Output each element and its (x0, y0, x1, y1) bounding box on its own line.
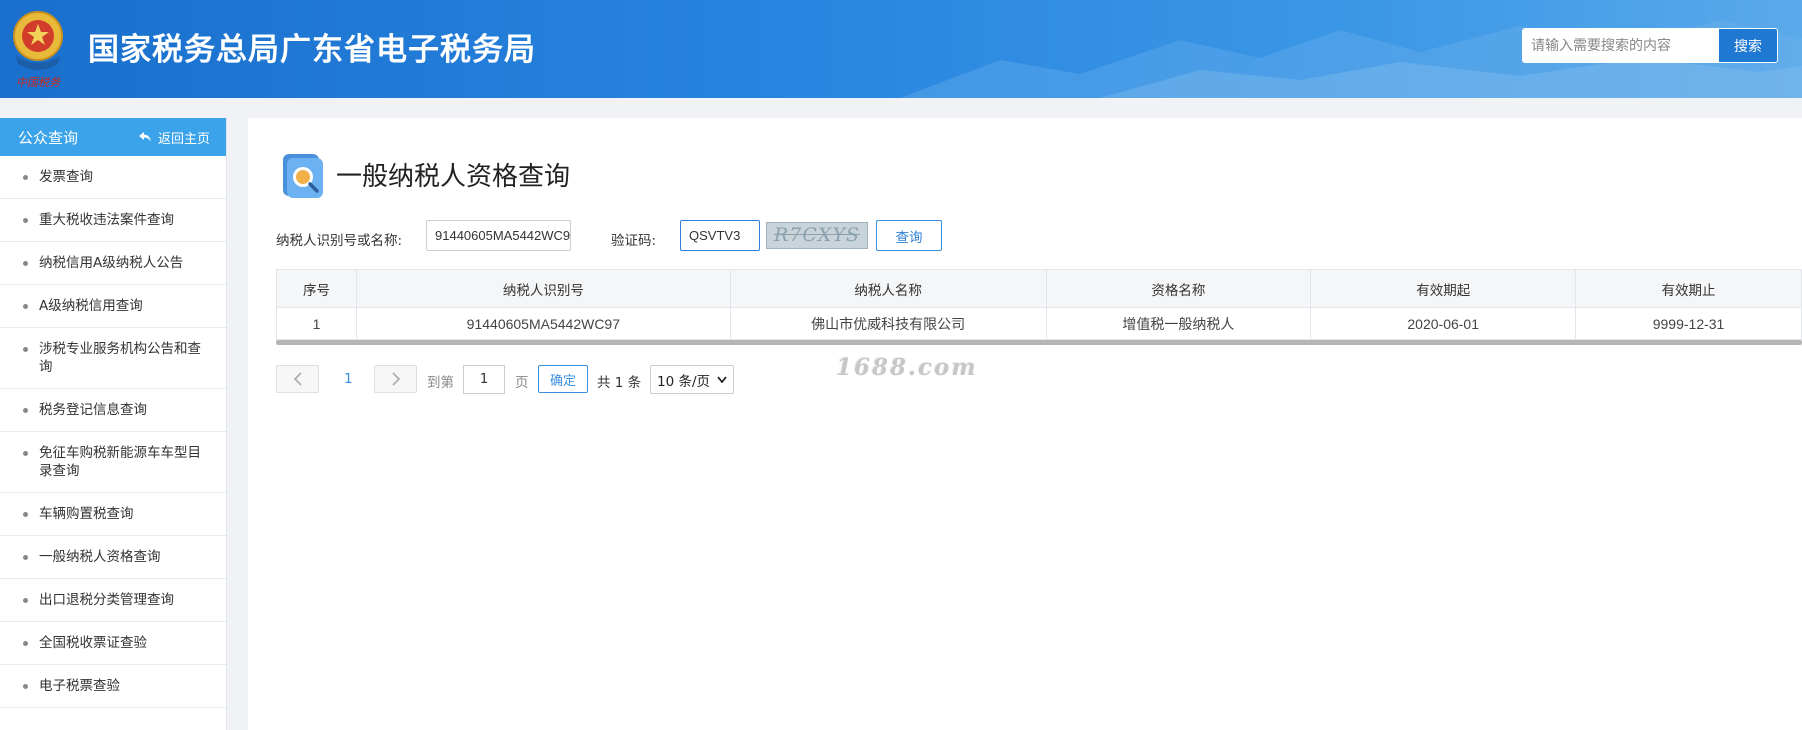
table-header-row: 序号 纳税人识别号 纳税人名称 资格名称 有效期起 有效期止 (276, 269, 1802, 308)
back-home-label: 返回主页 (157, 131, 210, 147)
table-cell: 91440605MA5442WC97 (355, 307, 731, 340)
page-size-select[interactable]: 10 条/页 (650, 365, 734, 394)
table-horizontal-scrollbar[interactable] (276, 340, 1802, 345)
page-size-value: 10 条/页 (657, 373, 711, 390)
svg-text:中国税务: 中国税务 (16, 76, 61, 89)
sidebar: 公众查询 返回主页 发票查询 重大税收违法案件查询 纳税信用A级纳税人公告 A级… (0, 118, 227, 730)
query-button[interactable]: 查询 (876, 220, 942, 251)
chevron-left-icon (293, 372, 302, 386)
sidebar-item-a-credit-notice[interactable]: 纳税信用A级纳税人公告 (0, 242, 226, 285)
tax-emblem-logo: 中国税务 (13, 11, 63, 89)
column-header: 资格名称 (1045, 269, 1312, 308)
sidebar-item-e-tax-ticket[interactable]: 电子税票查验 (0, 665, 226, 708)
back-home-link[interactable]: 返回主页 (138, 128, 210, 147)
search-button[interactable]: 搜索 (1719, 29, 1777, 62)
sidebar-item-major-violation[interactable]: 重大税收违法案件查询 (0, 199, 226, 242)
sidebar-item-export-rebate[interactable]: 出口退税分类管理查询 (0, 579, 226, 622)
prev-page-button[interactable] (276, 365, 319, 393)
column-header: 纳税人识别号 (355, 269, 731, 308)
sidebar-item-general-taxpayer[interactable]: 一般纳税人资格查询 (0, 536, 226, 579)
page-unit-label: 页 (515, 375, 529, 391)
column-header: 有效期起 (1310, 269, 1577, 308)
search-document-icon (283, 154, 323, 198)
main-panel: 一般纳税人资格查询 纳税人识别号或名称: 验证码: R7CXYS 查询 序号 纳… (248, 118, 1802, 730)
watermark: 1688.com (836, 354, 978, 381)
page-title: 一般纳税人资格查询 (336, 162, 571, 192)
table-row: 1 91440605MA5442WC97 佛山市优威科技有限公司 增值税一般纳税… (276, 307, 1802, 340)
result-table: 序号 纳税人识别号 纳税人名称 资格名称 有效期起 有效期止 1 9144060… (276, 269, 1802, 340)
sidebar-header: 公众查询 返回主页 (0, 118, 226, 156)
table-cell: 佛山市优威科技有限公司 (729, 307, 1047, 340)
next-page-button[interactable] (374, 365, 417, 393)
column-header: 序号 (276, 269, 357, 308)
captcha-input[interactable] (680, 220, 760, 251)
sidebar-item-agency-notice[interactable]: 涉税专业服务机构公告和查询 (0, 328, 226, 389)
goto-label: 到第 (427, 375, 454, 391)
goto-page-input[interactable]: 1 (463, 365, 505, 394)
table-cell: 增值税一般纳税人 (1045, 307, 1312, 340)
table-cell: 9999-12-31 (1575, 307, 1802, 340)
sidebar-title: 公众查询 (18, 128, 79, 147)
captcha-label: 验证码: (611, 233, 657, 249)
chevron-right-icon (391, 372, 400, 386)
table-cell: 2020-06-01 (1310, 307, 1577, 340)
sidebar-item-tax-voucher[interactable]: 全国税收票证查验 (0, 622, 226, 665)
total-count: 共 1 条 (597, 375, 642, 391)
column-header: 有效期止 (1575, 269, 1802, 308)
sidebar-item-a-credit-query[interactable]: A级纳税信用查询 (0, 285, 226, 328)
chevron-down-icon (717, 376, 727, 383)
sidebar-item-registration-info[interactable]: 税务登记信息查询 (0, 389, 226, 432)
back-arrow-icon (138, 132, 151, 142)
table-cell: 1 (276, 307, 357, 340)
taxpayer-label: 纳税人识别号或名称: (276, 233, 403, 249)
sidebar-item-vehicle-tax[interactable]: 车辆购置税查询 (0, 493, 226, 536)
sidebar-item-invoice-query[interactable]: 发票查询 (0, 156, 226, 199)
goto-confirm-button[interactable]: 确定 (538, 365, 588, 393)
search-input[interactable] (1523, 29, 1719, 62)
sidebar-item-new-energy-catalog[interactable]: 免征车购税新能源车车型目录查询 (0, 432, 226, 493)
taxpayer-id-input[interactable] (426, 220, 571, 251)
site-header: 中国税务 国家税务总局广东省电子税务局 搜索 (0, 0, 1802, 98)
site-title: 国家税务总局广东省电子税务局 (88, 32, 536, 68)
page-number-current[interactable]: 1 (344, 371, 353, 387)
column-header: 纳税人名称 (729, 269, 1047, 308)
captcha-image[interactable]: R7CXYS (766, 222, 868, 249)
header-search: 搜索 (1522, 28, 1778, 63)
